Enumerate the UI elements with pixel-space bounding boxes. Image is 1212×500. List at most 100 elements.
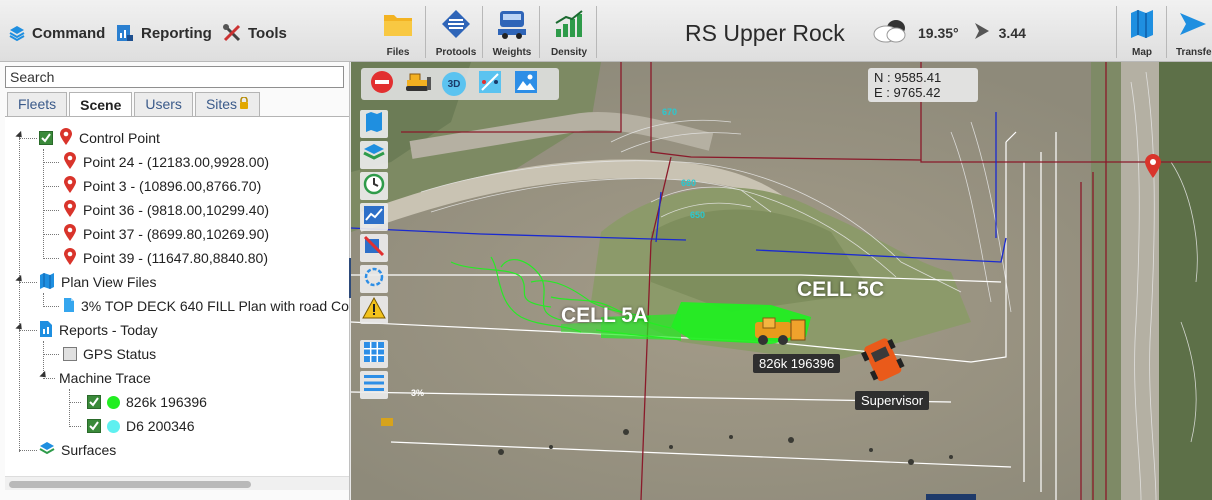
supervisor-tag[interactable]: Supervisor xyxy=(855,391,930,410)
main-toolbar: Command Reporting Tools Files Protools W… xyxy=(0,0,1212,62)
transfer-label: Transfe xyxy=(1176,47,1212,58)
temperature-value: 19.35° xyxy=(918,24,959,41)
point-label: Point 3 - (10896.00,8766.70) xyxy=(83,178,262,194)
3d-view-button[interactable]: 3D xyxy=(439,70,469,98)
reporting-menu[interactable]: Reporting xyxy=(115,20,212,46)
tree-node-point[interactable]: Point 36 - (9818.00,10299.40) xyxy=(63,199,269,221)
weights-button[interactable]: Weights xyxy=(489,0,535,62)
satellite-off-icon xyxy=(363,235,385,262)
list-icon xyxy=(363,373,385,398)
tree-node-plan-view-files[interactable]: Plan View Files xyxy=(39,271,156,293)
surfaces-label: Surfaces xyxy=(61,442,117,458)
map-side-toolbar xyxy=(360,110,388,399)
map-pin-icon xyxy=(63,175,77,197)
plan-view-button[interactable] xyxy=(360,110,388,138)
transfer-button[interactable]: Transfe xyxy=(1176,0,1212,62)
toolbar-divider xyxy=(1116,6,1117,58)
tree-node-surfaces[interactable]: Surfaces xyxy=(39,439,116,461)
side-toolbar-spacer xyxy=(360,327,388,337)
wind-direction-icon xyxy=(973,21,991,44)
stop-icon xyxy=(370,70,394,99)
command-menu[interactable]: Command xyxy=(8,20,105,46)
toolbar-divider xyxy=(482,6,483,58)
map-icon xyxy=(364,111,384,138)
machine-checkbox[interactable] xyxy=(87,419,101,433)
chart-button[interactable] xyxy=(360,203,388,231)
tab-sites[interactable]: Sites xyxy=(194,92,261,116)
tree-connector xyxy=(43,354,59,355)
gps-status-checkbox[interactable] xyxy=(63,347,77,361)
tools-menu[interactable]: Tools xyxy=(222,20,287,46)
tree-connector xyxy=(19,330,37,331)
tree-node-point[interactable]: Point 3 - (10896.00,8766.70) xyxy=(63,175,261,197)
tree-node-machine-trace[interactable]: Machine Trace xyxy=(59,367,151,389)
tree-node-point[interactable]: Point 39 - (11647.80,8840.80) xyxy=(63,247,268,269)
density-button[interactable]: Density xyxy=(546,0,592,62)
map-icon xyxy=(39,272,55,293)
control-point-checkbox[interactable] xyxy=(39,131,53,145)
panel-tabs: Fleets Scene Users Sites xyxy=(7,92,262,117)
disable-gps-button[interactable] xyxy=(360,234,388,262)
cell-5a-label: CELL 5A xyxy=(561,304,649,327)
alerts-button[interactable] xyxy=(360,296,388,324)
map-toolbar: 3D xyxy=(361,68,559,100)
map-button[interactable]: Map xyxy=(1124,0,1160,62)
tree-node-reports[interactable]: Reports - Today xyxy=(39,319,158,341)
map-pin-icon xyxy=(63,247,77,269)
scene-panel: Fleets Scene Users Sites xyxy=(0,62,350,500)
stop-button[interactable] xyxy=(367,70,397,98)
lock-icon xyxy=(239,93,249,116)
tab-users[interactable]: Users xyxy=(134,92,193,116)
point-label: Point 24 - (12183.00,9928.00) xyxy=(83,154,270,170)
point-label: Point 36 - (9818.00,10299.40) xyxy=(83,202,270,218)
tree-node-point[interactable]: Point 24 - (12183.00,9928.00) xyxy=(63,151,269,173)
tree-connector xyxy=(19,450,37,451)
tab-fleets[interactable]: Fleets xyxy=(7,92,68,116)
tab-sites-label: Sites xyxy=(205,96,238,112)
list-button[interactable] xyxy=(360,371,388,399)
protools-button[interactable]: Protools xyxy=(432,0,480,62)
tab-scene[interactable]: Scene xyxy=(69,92,133,117)
tree-connector xyxy=(19,282,37,283)
machine-checkbox[interactable] xyxy=(87,395,101,409)
machine-button[interactable] xyxy=(403,70,433,98)
search-input[interactable] xyxy=(5,66,344,88)
layers-button[interactable] xyxy=(360,141,388,169)
machine-label: 826k 196396 xyxy=(126,394,207,410)
clock-icon xyxy=(363,173,385,200)
control-point-label: Control Point xyxy=(79,130,160,146)
cloud-icon xyxy=(872,18,910,47)
map-pin-icon xyxy=(63,151,77,173)
machine-tag[interactable]: 826k 196396 xyxy=(753,354,841,373)
map-pin-icon xyxy=(63,223,77,245)
reports-label: Reports - Today xyxy=(59,322,158,338)
history-button[interactable] xyxy=(360,172,388,200)
layers-icon xyxy=(8,24,26,42)
map-view[interactable]: 670 660 650 3% CELL 5C CELL 5A 826k 1963… xyxy=(351,62,1212,500)
tools-icon xyxy=(222,23,242,43)
tree-connector xyxy=(43,149,44,259)
toolbar-divider xyxy=(425,6,426,58)
measure-button[interactable] xyxy=(475,70,505,98)
files-button[interactable]: Files xyxy=(380,0,416,62)
tree-node-machine[interactable]: D6 200346 xyxy=(87,415,195,437)
contour-label: 650 xyxy=(690,210,706,220)
imagery-button[interactable] xyxy=(511,70,541,98)
grid-button[interactable] xyxy=(360,340,388,368)
tree-connector xyxy=(69,402,81,403)
tree-node-control-point[interactable]: Control Point xyxy=(39,127,160,149)
tree-horizontal-scrollbar[interactable] xyxy=(5,476,349,490)
geofence-button[interactable] xyxy=(360,265,388,293)
report-icon xyxy=(115,23,135,43)
tree-node-gps-status[interactable]: GPS Status xyxy=(63,343,156,365)
tree-node-point[interactable]: Point 37 - (8699.80,10269.90) xyxy=(63,223,269,245)
machine-label: D6 200346 xyxy=(126,418,195,434)
scrollbar-thumb[interactable] xyxy=(9,481,251,488)
tree-connector xyxy=(43,234,59,235)
chart-icon xyxy=(363,205,385,230)
weights-label: Weights xyxy=(492,47,532,58)
tree-node-plan-file[interactable]: 3% TOP DECK 640 FILL Plan with road Co xyxy=(63,295,349,317)
map-icon xyxy=(1125,7,1159,41)
point-label: Point 37 - (8699.80,10269.90) xyxy=(83,226,270,242)
tree-node-machine[interactable]: 826k 196396 xyxy=(87,391,207,413)
